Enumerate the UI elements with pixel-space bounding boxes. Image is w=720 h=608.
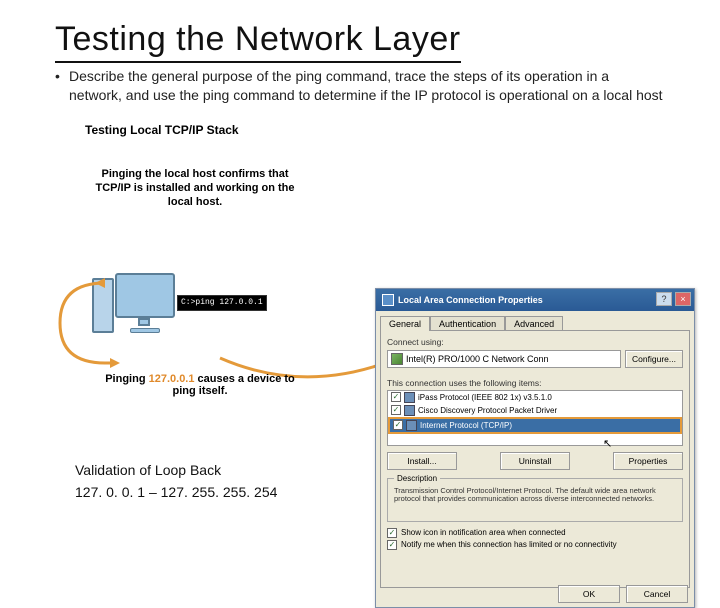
tab-general[interactable]: General (380, 316, 430, 331)
item-label: Cisco Discovery Protocol Packet Driver (418, 406, 557, 415)
properties-button[interactable]: Properties (613, 452, 683, 470)
item-label: iPass Protocol (IEEE 802 1x) v3.5.1.0 (418, 393, 552, 402)
tab-authentication[interactable]: Authentication (430, 316, 505, 331)
desc2-ip: 127.0.0.1 (149, 373, 195, 385)
footer-line1: Validation of Loop Back (75, 462, 277, 478)
slide: Testing the Network Layer Describe the g… (0, 0, 720, 463)
adapter-row: Intel(R) PRO/1000 C Network Conn Configu… (387, 350, 683, 368)
tab-advanced[interactable]: Advanced (505, 316, 563, 331)
option-label: Notify me when this connection has limit… (401, 540, 617, 549)
slide-title: Testing the Network Layer (55, 20, 461, 63)
install-button[interactable]: Install... (387, 452, 457, 470)
section-subtitle: Testing Local TCP/IP Stack (85, 123, 305, 137)
properties-dialog: Local Area Connection Properties ? × Gen… (375, 288, 695, 608)
connection-icon (382, 294, 394, 306)
bullet-text: Describe the general purpose of the ping… (55, 67, 665, 105)
tab-panel: Connect using: Intel(R) PRO/1000 C Netwo… (380, 330, 690, 588)
adapter-field: Intel(R) PRO/1000 C Network Conn (387, 350, 621, 368)
desc2-pre: Pinging (105, 373, 148, 385)
option-label: Show icon in notification area when conn… (401, 528, 566, 537)
configure-button[interactable]: Configure... (625, 350, 683, 368)
protocol-icon (404, 405, 415, 416)
description-text: Transmission Control Protocol/Internet P… (394, 487, 676, 504)
loopback-arrow-icon (55, 268, 235, 368)
description-label: Description (394, 474, 440, 483)
tab-strip: General Authentication Advanced (376, 311, 694, 330)
dialog-titlebar: Local Area Connection Properties (376, 289, 694, 311)
items-listbox[interactable]: ✓ iPass Protocol (IEEE 802 1x) v3.5.1.0 … (387, 390, 683, 446)
description-2: Pinging 127.0.0.1 causes a device to pin… (95, 373, 305, 397)
dialog-footer: OK Cancel (558, 585, 688, 603)
cancel-button[interactable]: Cancel (626, 585, 688, 603)
option-row: ✓ Show icon in notification area when co… (387, 528, 683, 538)
list-item-selected[interactable]: ✓ Internet Protocol (TCP/IP) (388, 417, 682, 434)
checkbox-icon[interactable]: ✓ (387, 528, 397, 538)
protocol-icon (406, 420, 417, 431)
protocol-icon (404, 392, 415, 403)
adapter-name: Intel(R) PRO/1000 C Network Conn (406, 354, 549, 364)
option-row: ✓ Notify me when this connection has lim… (387, 540, 683, 550)
item-label: Internet Protocol (TCP/IP) (420, 421, 512, 430)
ok-button[interactable]: OK (558, 585, 620, 603)
footer-text: Validation of Loop Back 127. 0. 0. 1 – 1… (75, 462, 277, 500)
button-row: Install... Uninstall Properties (387, 452, 683, 470)
mouse-cursor-icon: ↖ (603, 437, 612, 450)
left-column: Testing Local TCP/IP Stack Pinging the l… (85, 123, 305, 210)
list-item[interactable]: ✓ Cisco Discovery Protocol Packet Driver (388, 404, 682, 417)
connect-using-label: Connect using: (387, 337, 683, 347)
adapter-icon (391, 353, 403, 365)
content-area: Testing Local TCP/IP Stack Pinging the l… (55, 123, 665, 463)
description-groupbox: Description Transmission Control Protoco… (387, 478, 683, 522)
uninstall-button[interactable]: Uninstall (500, 452, 570, 470)
checkbox-icon[interactable]: ✓ (391, 392, 401, 402)
description-1: Pinging the local host confirms that TCP… (85, 167, 305, 210)
close-button[interactable]: × (675, 292, 691, 306)
dialog-title-text: Local Area Connection Properties (398, 295, 543, 305)
checkbox-icon[interactable]: ✓ (391, 405, 401, 415)
list-item[interactable]: ✓ iPass Protocol (IEEE 802 1x) v3.5.1.0 (388, 391, 682, 404)
options-group: ✓ Show icon in notification area when co… (387, 528, 683, 550)
items-label: This connection uses the following items… (387, 378, 683, 388)
footer-line2: 127. 0. 0. 1 – 127. 255. 255. 254 (75, 484, 277, 500)
checkbox-icon[interactable]: ✓ (387, 540, 397, 550)
help-button[interactable]: ? (656, 292, 672, 306)
checkbox-icon[interactable]: ✓ (393, 420, 403, 430)
